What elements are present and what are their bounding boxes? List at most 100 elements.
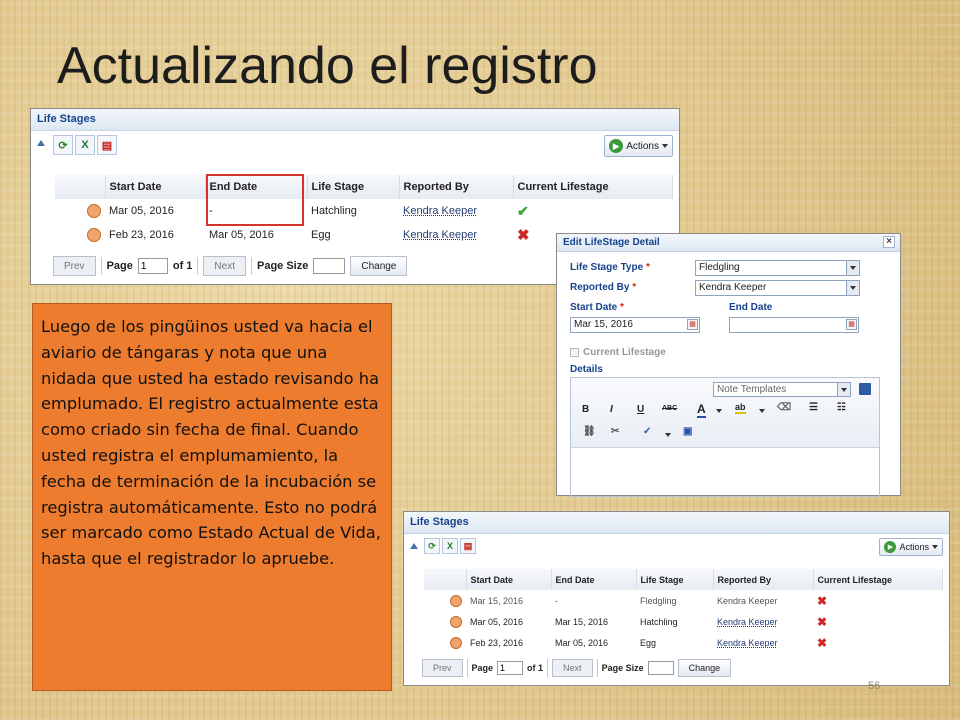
numbered-list-icon[interactable]: ☷ xyxy=(837,402,846,413)
reported-by-label: Reported By * xyxy=(570,282,637,293)
refresh-icon[interactable]: ⟳ xyxy=(53,135,73,155)
cell-end-date: Mar 05, 2016 xyxy=(555,637,609,648)
column-header-life-stage[interactable]: Life Stage xyxy=(307,175,400,199)
pager-separator xyxy=(596,659,598,677)
save-icon[interactable] xyxy=(859,383,871,395)
refresh-icon[interactable]: ⟳ xyxy=(424,538,440,554)
page-size-input[interactable] xyxy=(647,661,674,675)
underline-button[interactable]: U xyxy=(637,404,644,415)
row-detail-icon[interactable] xyxy=(450,636,462,649)
chevron-down-icon xyxy=(932,545,938,549)
current-lifestage-row: Current Lifestage xyxy=(570,347,666,358)
table-row[interactable]: Mar 15, 2016 - Fledgling Kendra Keeper ✖ xyxy=(424,590,943,611)
page-of-label: of 1 xyxy=(172,260,193,272)
cross-icon: ✖ xyxy=(817,635,828,650)
highlight-button[interactable]: ab xyxy=(735,402,746,414)
prev-button[interactable]: Prev xyxy=(422,659,463,677)
next-button[interactable]: Next xyxy=(552,659,593,677)
cell-reported-by[interactable]: Kendra Keeper xyxy=(713,632,813,653)
column-header-reported-by[interactable]: Reported By xyxy=(713,569,814,590)
italic-button[interactable]: I xyxy=(610,404,613,415)
pager-separator xyxy=(250,257,252,275)
explanation-text: Luego de los pingüinos usted va hacia el… xyxy=(32,303,392,691)
current-lifestage-checkbox[interactable] xyxy=(570,348,579,357)
calendar-icon[interactable]: ▦ xyxy=(687,319,698,330)
eraser-icon[interactable]: ⌫ xyxy=(777,402,791,413)
table-row[interactable]: Mar 05, 2016 Mar 15, 2016 Hatchling Kend… xyxy=(424,611,943,632)
pdf-export-icon[interactable]: ▤ xyxy=(97,135,117,155)
row-detail-icon[interactable] xyxy=(87,228,101,242)
chevron-down-icon[interactable] xyxy=(716,409,722,413)
panel-title: Life Stages xyxy=(404,512,949,534)
pager-separator xyxy=(466,659,468,677)
row-detail-icon[interactable] xyxy=(87,204,101,218)
source-view-icon[interactable]: ▣ xyxy=(683,426,692,437)
prev-button[interactable]: Prev xyxy=(53,256,96,276)
panel-title: Life Stages xyxy=(31,109,679,131)
cell-reported-by[interactable]: Kendra Keeper xyxy=(713,611,813,632)
cell-reported-by: Kendra Keeper xyxy=(717,595,778,606)
table-header-row: Start Date End Date Life Stage Reported … xyxy=(424,569,943,590)
column-header-current-lifestage[interactable]: Current Lifestage xyxy=(813,569,943,590)
strikethrough-button[interactable]: ABC xyxy=(662,405,677,412)
collapse-icon[interactable] xyxy=(37,140,45,146)
cross-icon: ✖ xyxy=(517,227,530,244)
collapse-icon[interactable] xyxy=(410,543,418,549)
cell-life-stage: Egg xyxy=(311,229,331,241)
end-date-label: End Date xyxy=(729,302,773,313)
column-header-end-date[interactable]: End Date xyxy=(551,569,637,590)
start-date-input[interactable]: Mar 15, 2016 ▦ xyxy=(570,317,700,333)
page-size-input[interactable] xyxy=(313,258,346,274)
pending-approval-icon[interactable] xyxy=(450,594,462,607)
page-label: Page xyxy=(471,663,494,673)
change-button[interactable]: Change xyxy=(350,256,408,276)
chevron-down-icon[interactable] xyxy=(665,433,671,437)
start-date-label: Start Date * xyxy=(570,302,624,313)
actions-button[interactable]: ▶ Actions xyxy=(604,135,673,157)
row-detail-icon[interactable] xyxy=(450,615,462,628)
excel-export-icon[interactable]: X xyxy=(442,538,458,554)
column-header-start-date[interactable]: Start Date xyxy=(466,569,552,590)
cell-reported-by[interactable]: Kendra Keeper xyxy=(399,223,513,247)
bold-button[interactable]: B xyxy=(582,404,589,415)
link-icon[interactable]: ⛓ xyxy=(583,426,596,437)
pdf-export-icon[interactable]: ▤ xyxy=(460,538,476,554)
chevron-down-icon[interactable] xyxy=(759,409,765,413)
end-date-input[interactable]: ▦ xyxy=(729,317,859,333)
page-label: Page xyxy=(106,260,133,272)
column-header-life-stage[interactable]: Life Stage xyxy=(636,569,714,590)
font-color-button[interactable]: A xyxy=(697,402,706,418)
change-button[interactable]: Change xyxy=(677,659,732,677)
column-header-reported-by[interactable]: Reported By xyxy=(399,175,514,199)
life-stage-type-select[interactable]: Fledgling xyxy=(695,260,860,276)
page-input[interactable] xyxy=(497,661,524,675)
calendar-icon[interactable]: ▦ xyxy=(846,319,857,330)
column-header-start-date[interactable]: Start Date xyxy=(105,175,206,199)
bullet-list-icon[interactable]: ☰ xyxy=(809,402,818,413)
column-header-icon xyxy=(55,175,106,199)
life-stage-type-label: Life Stage Type * xyxy=(570,262,650,273)
reported-by-select[interactable]: Kendra Keeper xyxy=(695,280,860,296)
actions-arrow-icon: ▶ xyxy=(609,139,624,153)
cell-end-date: - xyxy=(555,595,558,606)
cross-icon: ✖ xyxy=(817,593,828,608)
current-lifestage-label: Current Lifestage xyxy=(583,347,666,358)
table-row[interactable]: Mar 05, 2016 - Hatchling Kendra Keeper ✔ xyxy=(55,199,673,223)
note-templates-select[interactable]: Note Templates xyxy=(713,382,851,397)
column-header-current-lifestage[interactable]: Current Lifestage xyxy=(513,175,673,199)
end-date-highlight xyxy=(206,174,304,226)
unlink-icon[interactable]: ✂ xyxy=(611,426,619,437)
cell-reported-by[interactable]: Kendra Keeper xyxy=(399,199,513,223)
close-icon[interactable]: × xyxy=(883,236,895,248)
next-button[interactable]: Next xyxy=(203,256,246,276)
chevron-down-icon xyxy=(662,144,668,148)
actions-button[interactable]: ▶ Actions xyxy=(879,538,943,556)
details-editor[interactable]: Note Templates B I U ABC A ab ⌫ ☰ ☷ ⛓ ✂ … xyxy=(570,377,880,497)
pager-separator xyxy=(547,659,549,677)
spellcheck-icon[interactable]: ✓ xyxy=(643,426,651,437)
page-input[interactable] xyxy=(137,258,168,274)
excel-export-icon[interactable]: X xyxy=(75,135,95,155)
table-row[interactable]: Feb 23, 2016 Mar 05, 2016 Egg Kendra Kee… xyxy=(424,632,943,653)
cell-life-stage: Fledgling xyxy=(640,595,677,606)
page-size-label: Page Size xyxy=(601,663,644,673)
